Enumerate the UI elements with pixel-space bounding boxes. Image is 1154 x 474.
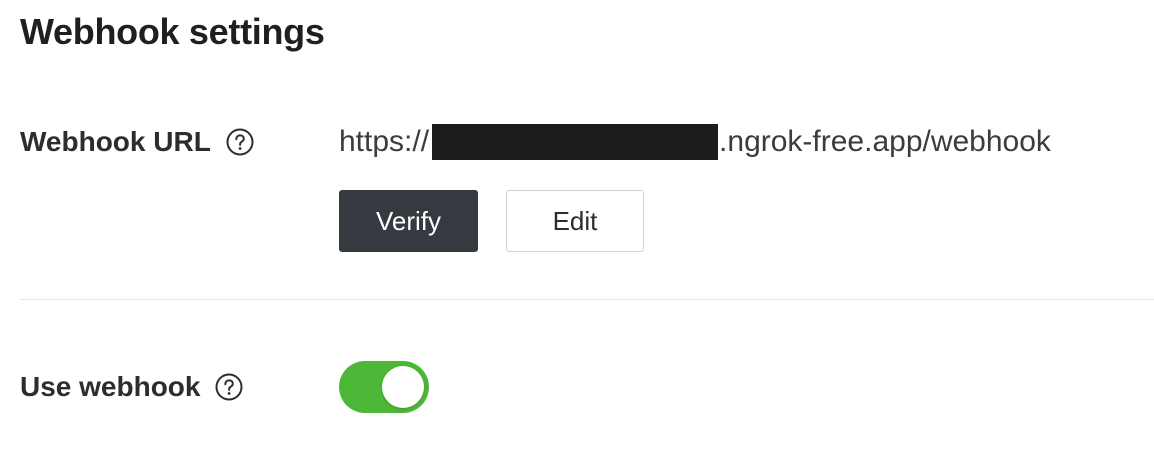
page-title: Webhook settings xyxy=(20,11,325,52)
verify-button[interactable]: Verify xyxy=(339,190,478,252)
webhook-url-label-row: Webhook URL xyxy=(20,122,255,162)
question-circle-icon[interactable] xyxy=(214,372,244,402)
toggle-knob xyxy=(382,366,424,408)
question-circle-icon[interactable] xyxy=(225,127,255,157)
edit-button[interactable]: Edit xyxy=(506,190,644,252)
webhook-url-prefix: https:// xyxy=(339,125,430,158)
use-webhook-label: Use webhook xyxy=(20,371,201,402)
redacted-block xyxy=(432,124,719,160)
webhook-url-value: https:// .ngrok-free.app/webhook xyxy=(339,120,1051,164)
section-divider xyxy=(20,299,1154,300)
webhook-url-suffix: .ngrok-free.app/webhook xyxy=(719,125,1051,158)
use-webhook-label-row: Use webhook xyxy=(20,367,244,407)
webhook-url-label: Webhook URL xyxy=(20,126,211,157)
use-webhook-toggle[interactable] xyxy=(339,361,429,413)
